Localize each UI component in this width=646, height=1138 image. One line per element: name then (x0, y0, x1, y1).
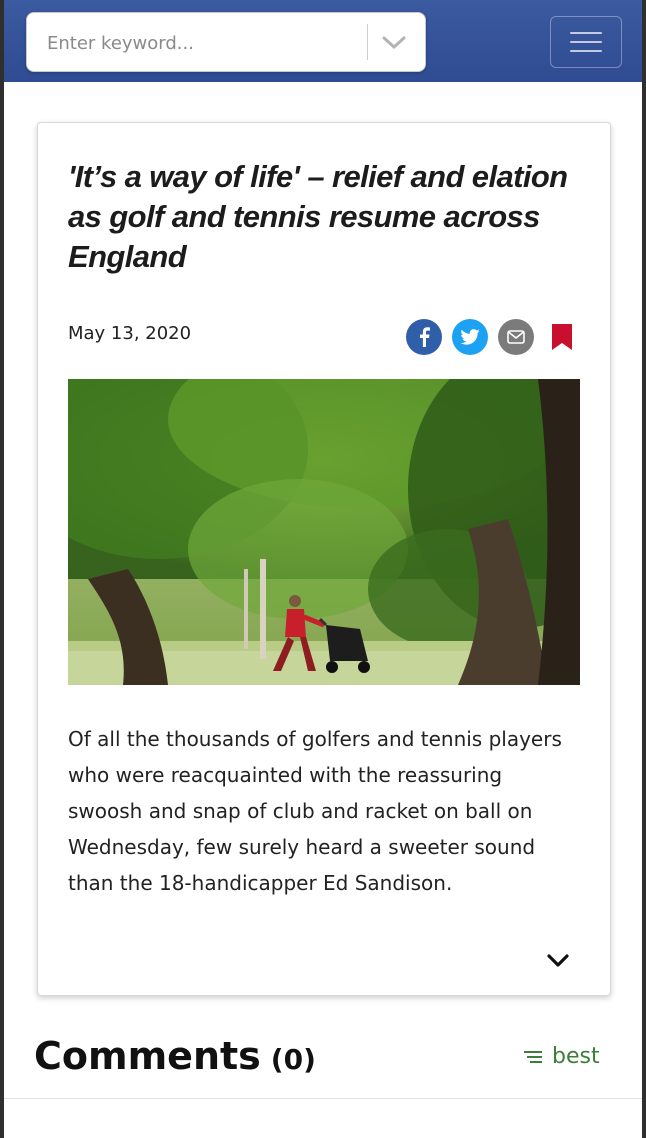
hamburger-menu-button[interactable] (550, 16, 622, 68)
divider (4, 1098, 642, 1099)
menu-line (570, 50, 602, 52)
sort-label: best (552, 1044, 600, 1069)
article-photo (68, 379, 580, 685)
comments-count: (0) (270, 1043, 316, 1076)
expand-chevron-icon[interactable] (544, 949, 572, 973)
bookmark-icon[interactable] (548, 319, 576, 355)
comments-title: Comments (34, 1034, 261, 1078)
twitter-icon[interactable] (452, 319, 488, 355)
article-card: 'It’s a way of life' – relief and elatio… (37, 122, 611, 996)
search-divider (367, 24, 368, 60)
search-box (26, 12, 426, 72)
menu-line (570, 41, 602, 43)
share-bar (406, 319, 576, 355)
sort-button[interactable]: best (524, 1044, 600, 1069)
chevron-down-icon[interactable] (379, 29, 409, 57)
article-date: May 13, 2020 (68, 323, 192, 344)
facebook-icon[interactable] (406, 319, 442, 355)
search-input[interactable] (47, 30, 357, 56)
comments-heading: Comments (0) (34, 1034, 316, 1078)
article-body: Of all the thousands of golfers and tenn… (68, 727, 562, 895)
article-headline[interactable]: 'It’s a way of life' – relief and elatio… (68, 157, 588, 277)
sort-icon (524, 1050, 542, 1063)
top-navbar (4, 0, 642, 82)
email-icon[interactable] (498, 319, 534, 355)
menu-line (570, 32, 602, 34)
